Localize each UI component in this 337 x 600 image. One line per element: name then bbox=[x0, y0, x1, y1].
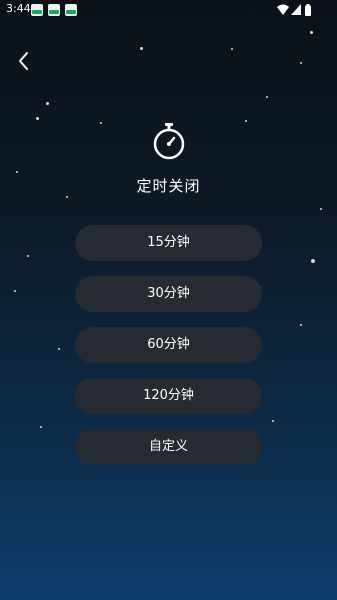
star bbox=[320, 208, 322, 210]
wifi-icon bbox=[277, 4, 289, 15]
option-15min-button[interactable]: 15分钟 bbox=[75, 225, 262, 261]
star bbox=[272, 420, 274, 422]
star bbox=[66, 196, 68, 198]
star bbox=[40, 426, 42, 428]
star bbox=[27, 255, 29, 257]
battery-icon bbox=[305, 4, 311, 16]
option-30min-button[interactable]: 30分钟 bbox=[75, 276, 262, 312]
stopwatch-icon bbox=[151, 122, 187, 160]
star bbox=[16, 171, 18, 173]
option-60min-button[interactable]: 60分钟 bbox=[75, 327, 262, 363]
back-button[interactable] bbox=[12, 48, 38, 74]
star bbox=[231, 48, 233, 50]
star bbox=[311, 259, 315, 263]
signal-icon bbox=[291, 4, 301, 15]
star bbox=[100, 122, 102, 124]
status-time: 3:44 bbox=[6, 2, 31, 15]
star bbox=[300, 62, 302, 64]
app-notification-icon bbox=[31, 4, 43, 16]
star bbox=[245, 120, 247, 122]
star bbox=[300, 324, 302, 326]
star bbox=[46, 102, 49, 105]
star bbox=[58, 348, 60, 350]
status-bar: 3:44 bbox=[0, 0, 337, 20]
system-icons bbox=[277, 4, 317, 16]
star bbox=[310, 31, 313, 34]
star bbox=[266, 96, 268, 98]
app-notification-icon bbox=[48, 4, 60, 16]
star bbox=[36, 117, 39, 120]
page-title: 定时关闭 bbox=[136, 177, 201, 195]
star bbox=[14, 290, 16, 292]
star bbox=[140, 47, 143, 50]
option-120min-button[interactable]: 120分钟 bbox=[75, 378, 262, 414]
option-custom-button[interactable]: 自定义 bbox=[75, 429, 262, 465]
chevron-left-icon bbox=[19, 52, 28, 70]
app-notification-icon bbox=[65, 4, 77, 16]
